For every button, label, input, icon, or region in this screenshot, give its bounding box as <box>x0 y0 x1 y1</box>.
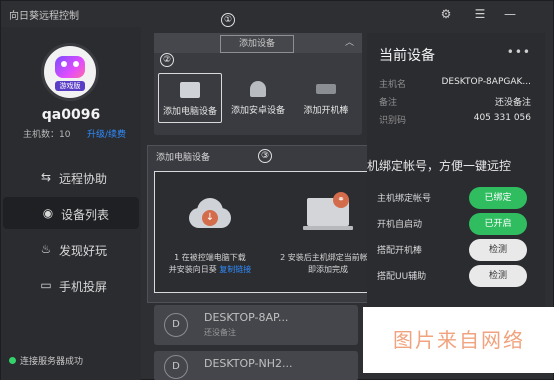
sidebar-item-remote-assist[interactable]: ⇆ 远程协助 <box>1 161 141 193</box>
gamepad-icon <box>55 56 85 78</box>
id-code-value: 405 331 056 <box>473 113 531 123</box>
hostname-label: 主机名 <box>379 80 407 90</box>
app-window: 向日葵远程控制 ⚙ ☰ — 游戏版 qa0096 主机数：10 升级/续费 ⇆ … <box>0 0 554 380</box>
remark-value[interactable]: 还没备注 <box>495 95 531 108</box>
setting-label: 搭配UU辅助 <box>377 272 427 282</box>
gear-icon[interactable]: ⚙ <box>437 5 455 23</box>
watermark: 图片来自网络 <box>363 307 554 373</box>
device-avatar: D <box>164 313 188 337</box>
dialog-body: ↓ 1 在被控端电脑下载 并安装向日葵 复制链接 ⚭ 2 安装后主机绑定当前帐号… <box>154 171 386 293</box>
more-icon[interactable]: ••• <box>507 45 531 59</box>
step-2-line-2: 即添加完成 <box>308 265 348 274</box>
setting-label: 搭配开机棒 <box>377 246 423 256</box>
add-computer-dialog: 添加电脑设备 ✕ ③ ↓ 1 在被控端电脑下载 并安装向日葵 复制链接 ⚭ 2 … <box>147 145 393 303</box>
device-name: DESKTOP-8AP... <box>204 311 289 324</box>
autostart-button[interactable]: 已开启 <box>469 213 527 235</box>
setting-row-boot-stick: 搭配开机棒 检测 <box>367 239 545 261</box>
sidebar-item-label: 手机投屏 <box>59 280 108 294</box>
option-label: 添加电脑设备 <box>162 107 217 117</box>
sidebar-item-device-list[interactable]: ◉ 设备列表 <box>3 197 139 229</box>
device-remark: 还没备注 <box>204 328 236 337</box>
boot-stick-icon <box>316 84 336 94</box>
step-1-text: 1 在被控端电脑下载 并安装向日葵 复制链接 <box>155 252 265 276</box>
cloud-download-icon: ↓ <box>183 194 237 234</box>
panel-title: 当前设备 <box>379 48 435 64</box>
monitor-icon <box>180 82 200 98</box>
detect-uu-button[interactable]: 检测 <box>469 265 527 287</box>
android-icon <box>250 81 266 97</box>
add-device-panel: 添加设备 ︿ ② 添加电脑设备 添加安卓设备 添加开机棒 <box>154 33 362 135</box>
setting-label: 开机自启动 <box>377 220 423 230</box>
device-card[interactable]: D DESKTOP-8AP... 还没备注 <box>154 305 358 345</box>
annotation-marker-1: ① <box>221 13 235 27</box>
copy-link[interactable]: 复制链接 <box>219 265 251 274</box>
dialog-title: 添加电脑设备 <box>156 153 211 163</box>
app-title: 向日葵远程控制 <box>9 11 79 22</box>
add-device-header: 添加设备 ︿ <box>154 33 362 53</box>
laptop-link-icon: ⚭ <box>303 192 353 234</box>
device-name: DESKTOP-NH2... <box>204 357 293 370</box>
username: qa0096 <box>41 107 101 123</box>
step-2-line-1: 2 安装后主机绑定当前帐号 <box>280 253 376 262</box>
add-device-button[interactable]: 添加设备 <box>220 35 294 53</box>
sidebar-item-screen-cast[interactable]: ▭ 手机投屏 <box>1 269 141 301</box>
sidebar-item-label: 发现好玩 <box>59 244 108 258</box>
current-device-panel: 当前设备 ••• 主机名 DESKTOP-8APGAK... 备注 还没备注 识… <box>367 33 545 323</box>
screen-cast-icon: ▭ <box>40 278 52 292</box>
setting-row-bind-account: 主机绑定帐号 已绑定 <box>367 187 545 209</box>
sidebar-item-discover[interactable]: ♨ 发现好玩 <box>1 233 141 265</box>
remote-assist-icon: ⇆ <box>40 170 52 184</box>
annotation-marker-2: ② <box>160 53 174 67</box>
menu-icon[interactable]: ☰ <box>471 5 489 23</box>
sidebar-item-label: 远程协助 <box>59 172 108 186</box>
connection-status-dot <box>9 357 16 364</box>
add-android-option[interactable]: 添加安卓设备 <box>226 73 290 123</box>
device-avatar: D <box>164 355 188 379</box>
setting-label: 主机绑定帐号 <box>377 194 432 204</box>
hostname-value: DESKTOP-8APGAK... <box>441 77 531 87</box>
setting-row-uu: 搭配UU辅助 检测 <box>367 265 545 287</box>
detect-boot-stick-button[interactable]: 检测 <box>469 239 527 261</box>
avatar-badge: 游戏版 <box>55 81 85 91</box>
add-computer-option[interactable]: 添加电脑设备 <box>158 73 222 123</box>
minimize-icon[interactable]: — <box>501 5 519 23</box>
option-label: 添加开机棒 <box>303 106 349 116</box>
upgrade-link[interactable]: 升级/续费 <box>87 127 126 140</box>
chevron-up-icon[interactable]: ︿ <box>345 35 354 48</box>
avatar[interactable]: 游戏版 <box>41 43 99 101</box>
step-1-line-1: 1 在被控端电脑下载 <box>174 253 246 262</box>
remark-label: 备注 <box>379 98 398 108</box>
step-1-line-2: 并安装向日葵 <box>168 265 220 274</box>
device-list-icon: ◉ <box>42 206 54 220</box>
id-code-label: 识别码 <box>379 116 407 126</box>
annotation-marker-3: ③ <box>258 149 272 163</box>
option-label: 添加安卓设备 <box>230 106 285 116</box>
title-bar: 向日葵远程控制 ⚙ ☰ — <box>1 1 554 27</box>
sidebar-item-label: 设备列表 <box>61 208 110 222</box>
bind-heading: 机绑定帐号，方便一键远控 <box>367 159 512 173</box>
discover-icon: ♨ <box>40 242 52 256</box>
host-count: 主机数：10 <box>23 130 71 140</box>
sidebar: 游戏版 qa0096 主机数：10 升级/续费 ⇆ 远程协助 ◉ 设备列表 ♨ … <box>1 27 141 380</box>
device-card[interactable]: D DESKTOP-NH2... <box>154 351 358 380</box>
connection-status-text: 连接服务器成功 <box>20 357 84 367</box>
bound-button[interactable]: 已绑定 <box>469 187 527 209</box>
add-boot-stick-option[interactable]: 添加开机棒 <box>294 73 358 123</box>
setting-row-autostart: 开机自启动 已开启 <box>367 213 545 235</box>
